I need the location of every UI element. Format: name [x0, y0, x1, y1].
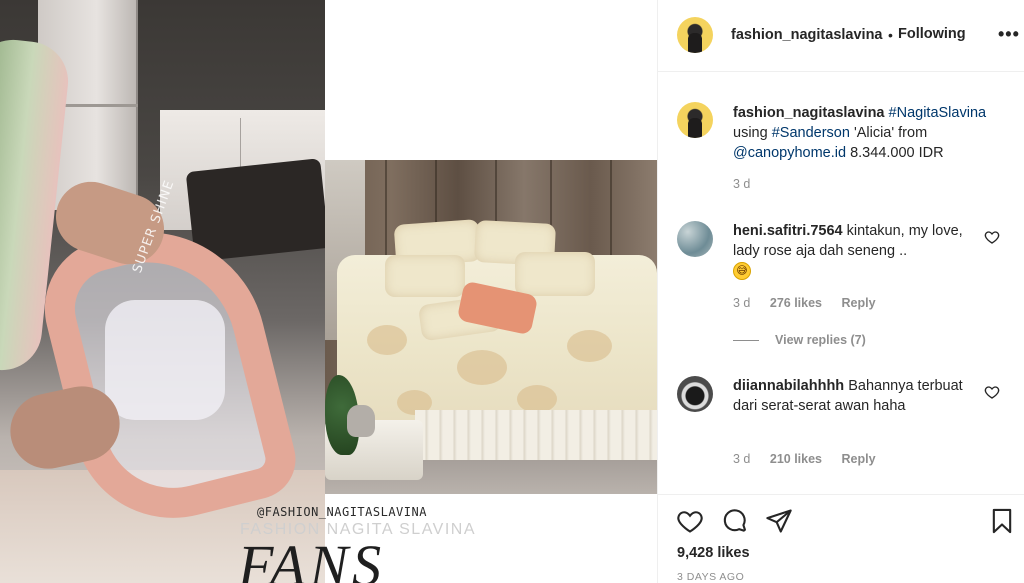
avatar[interactable] [677, 376, 713, 412]
post-side-panel: fashion_nagitaslavina • Following ••• fa… [657, 0, 1024, 583]
comment-icon[interactable] [721, 507, 749, 535]
floral-print [567, 330, 612, 362]
reply-button[interactable]: Reply [842, 296, 876, 310]
grinning-sweat-emoji-icon: 😅 [733, 262, 751, 281]
header-username[interactable]: fashion_nagitaslavina [731, 27, 883, 43]
floral-print [517, 385, 557, 413]
post-media[interactable]: SUPER SHINE @FASHION_NAGITASLAVINA FASHI… [0, 0, 657, 583]
floral-print [367, 325, 407, 355]
bedroom-photo [325, 160, 657, 494]
comment-text: heni.safitri.7564 kintakun, my love, lad… [733, 221, 973, 281]
caption-price: 8.344.000 IDR [850, 145, 944, 161]
comment-timestamp[interactable]: 3 d [733, 452, 750, 466]
following-button[interactable]: Following [898, 26, 966, 42]
comment-meta: 3 d 210 likes Reply [733, 452, 892, 466]
caption-fragment: 'Alicia' from [853, 125, 928, 141]
hashtag-link[interactable]: #NagitaSlavina [889, 105, 987, 121]
avatar[interactable] [677, 221, 713, 257]
bookmark-icon[interactable] [988, 507, 1016, 535]
comment-username[interactable]: heni.safitri.7564 [733, 223, 843, 239]
comment-likes[interactable]: 210 likes [770, 452, 822, 466]
comment-like-heart-icon[interactable] [984, 229, 1000, 245]
reply-button[interactable]: Reply [842, 452, 876, 466]
comment-timestamp[interactable]: 3 d [733, 296, 750, 310]
caption-username[interactable]: fashion_nagitaslavina [733, 105, 885, 121]
pillow [385, 255, 465, 297]
bed-skirt [415, 410, 657, 460]
hashtag-link[interactable]: #Sanderson [772, 125, 850, 141]
mention-link[interactable]: @canopyhome.id [733, 145, 846, 161]
view-replies-button[interactable]: View replies (7) [733, 333, 866, 347]
floral-print [457, 350, 507, 385]
watermark-handle: @FASHION_NAGITASLAVINA [257, 505, 427, 519]
vase [347, 405, 375, 437]
post-date[interactable]: 3 DAYS AGO [677, 571, 744, 583]
comment-username[interactable]: diiannabilahhhh [733, 378, 844, 394]
unboxing-photo: SUPER SHINE [0, 0, 325, 583]
comment-likes[interactable]: 276 likes [770, 296, 822, 310]
separator-dot: • [888, 27, 893, 43]
more-horizontal-icon[interactable]: ••• [998, 24, 1020, 45]
avatar[interactable] [677, 17, 713, 53]
replies-divider [733, 340, 759, 342]
pillow [515, 252, 595, 296]
likes-count[interactable]: 9,428 likes [677, 545, 750, 561]
caption-text: fashion_nagitaslavina #NagitaSlavina usi… [733, 103, 1003, 163]
heart-icon[interactable] [676, 507, 704, 535]
avatar[interactable] [677, 102, 713, 138]
comment-meta: 3 d 276 likes Reply [733, 296, 892, 310]
caption-timestamp[interactable]: 3 d [733, 177, 750, 191]
action-bar: 9,428 likes 3 DAYS AGO [658, 494, 1024, 583]
watermark-logo: FANS [238, 533, 386, 583]
comment-text: diiannabilahhhh Bahannya terbuat dari se… [733, 376, 973, 416]
post-header: fashion_nagitaslavina • Following ••• [658, 0, 1024, 72]
view-replies-label: View replies (7) [775, 333, 866, 347]
send-icon[interactable] [765, 507, 793, 535]
shopping-bag [185, 158, 325, 262]
comment-like-heart-icon[interactable] [984, 384, 1000, 400]
caption-fragment: using [733, 125, 768, 141]
